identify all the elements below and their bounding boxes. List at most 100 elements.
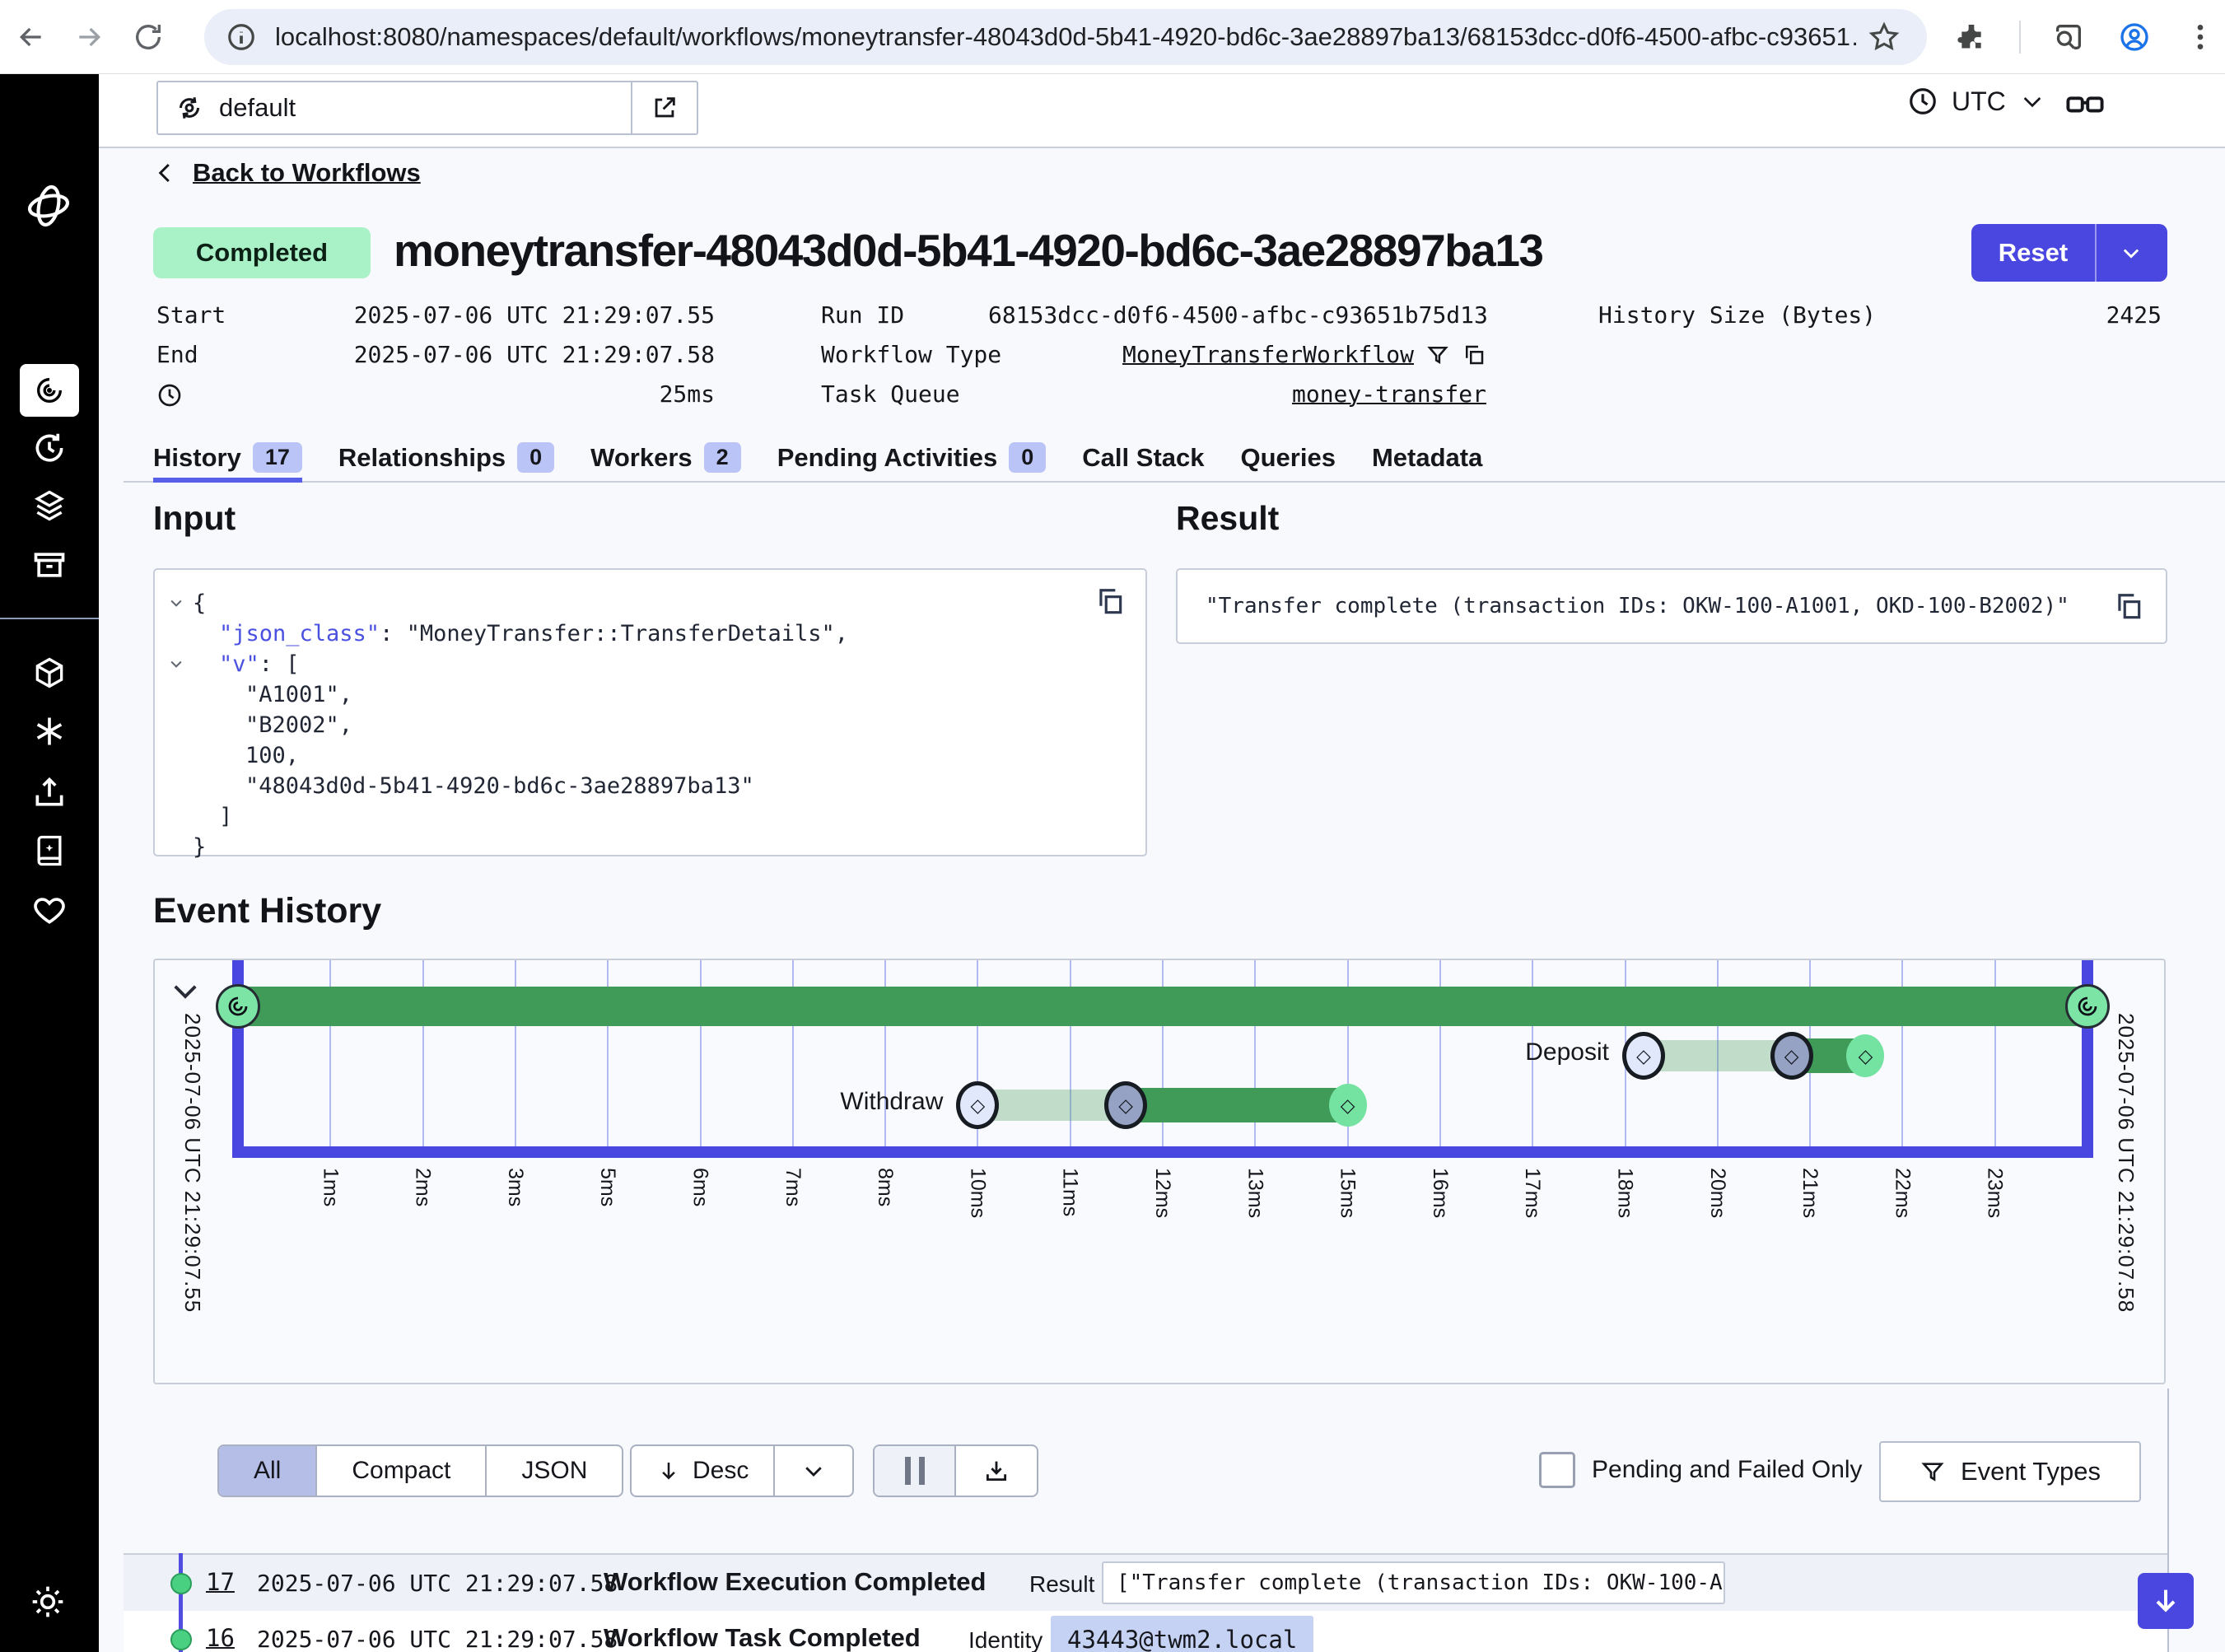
- event-row[interactable]: 162025-07-06 UTC 21:29:07.58Workflow Tas…: [124, 1611, 2167, 1652]
- timeline-tick-label: 7ms: [781, 1168, 805, 1258]
- download-history-button[interactable]: [954, 1446, 1037, 1496]
- timeline-end-date: 2025-07-06 UTC 21:29:07.58: [2113, 1013, 2139, 1342]
- sidebar-item-import[interactable]: [31, 774, 68, 810]
- view-toggle-json[interactable]: JSON: [485, 1446, 622, 1496]
- collapse-chevron-icon[interactable]: [168, 595, 184, 611]
- event-history-title: Event History: [153, 891, 381, 931]
- sidebar-item-schedules[interactable]: [31, 430, 68, 466]
- activity-started-node[interactable]: ◇: [1770, 1032, 1813, 1080]
- extensions-puzzle-icon[interactable]: [1955, 21, 1988, 54]
- chrome-separator: [2019, 21, 2021, 54]
- tab-metadata[interactable]: Metadata: [1372, 443, 1482, 483]
- namespace-name: default: [219, 93, 296, 123]
- event-id-link[interactable]: 16: [206, 1624, 235, 1652]
- json-line: }: [155, 832, 1145, 862]
- view-toggle-compact[interactable]: Compact: [315, 1446, 485, 1496]
- topbar-divider: [99, 147, 2225, 148]
- namespace-selector[interactable]: default: [156, 81, 698, 135]
- activity-completed-node[interactable]: ◇: [1846, 1034, 1884, 1077]
- namespace-current[interactable]: default: [158, 82, 634, 133]
- event-types-button[interactable]: Event Types: [1879, 1441, 2141, 1502]
- download-icon: [982, 1457, 1010, 1485]
- sidebar-item-docs[interactable]: [31, 833, 68, 869]
- profile-avatar-icon[interactable]: [2118, 21, 2151, 54]
- labs-glasses-icon[interactable]: [2064, 84, 2106, 127]
- sidebar-item-workflows[interactable]: [20, 364, 79, 417]
- sidebar-item-feedback-heart-icon[interactable]: [31, 892, 68, 928]
- sidebar-item-archive[interactable]: [31, 547, 68, 583]
- site-info-icon[interactable]: [226, 21, 257, 53]
- sidebar-item-nexus[interactable]: [31, 655, 68, 691]
- pause-icon: [905, 1457, 925, 1485]
- timeline-tick-label: 2ms: [411, 1168, 435, 1258]
- json-line-content: ]: [155, 804, 232, 829]
- tab-count-badge: 2: [704, 442, 741, 473]
- json-line-content: 100,: [155, 743, 299, 768]
- tab-pending-activities[interactable]: Pending Activities0: [777, 442, 1047, 483]
- temporal-logo-icon[interactable]: [26, 183, 72, 229]
- json-line-content: "json_class": "MoneyTransfer::TransferDe…: [155, 621, 848, 646]
- meta-workflow-type-value-group: MoneyTransferWorkflow: [988, 335, 1486, 375]
- copy-icon[interactable]: [1462, 343, 1486, 367]
- status-badge: Completed: [153, 227, 371, 278]
- result-copy-icon[interactable]: [2113, 591, 2144, 623]
- workflow-start-node[interactable]: [216, 984, 260, 1029]
- sidebar-item-labs[interactable]: [31, 713, 68, 749]
- collapse-chevron-icon[interactable]: [168, 656, 184, 672]
- pause-button[interactable]: [875, 1446, 954, 1496]
- sort-desc-button[interactable]: Desc: [632, 1446, 773, 1496]
- browser-back-icon[interactable]: [15, 21, 48, 54]
- json-line-content: "A1001",: [155, 682, 352, 707]
- browser-reload-icon[interactable]: [132, 21, 165, 54]
- tab-workers[interactable]: Workers2: [590, 442, 741, 483]
- view-toggle-all[interactable]: All: [219, 1446, 315, 1496]
- event-row[interactable]: 172025-07-06 UTC 21:29:07.58Workflow Exe…: [124, 1555, 2167, 1611]
- sort-order-control: Desc: [630, 1444, 854, 1497]
- event-id-link[interactable]: 17: [206, 1568, 235, 1596]
- tab-queries[interactable]: Queries: [1241, 443, 1336, 483]
- timeline-activity-pending-bar: [1644, 1040, 1792, 1071]
- pending-failed-checkbox[interactable]: [1539, 1452, 1575, 1488]
- search-tabs-icon[interactable]: [2052, 21, 2085, 54]
- filter-funnel-icon[interactable]: [1425, 343, 1450, 367]
- bookmark-star-icon[interactable]: [1868, 21, 1901, 54]
- timeline-tick-label: 21ms: [1798, 1168, 1822, 1258]
- activity-started-node[interactable]: ◇: [1104, 1081, 1147, 1129]
- activity-scheduled-node[interactable]: ◇: [1622, 1032, 1665, 1080]
- tab-label: Relationships: [338, 443, 506, 473]
- timeline-workflow-bar[interactable]: [238, 987, 2087, 1026]
- tab-call-stack[interactable]: Call Stack: [1082, 443, 1204, 483]
- external-link-icon: [651, 94, 679, 122]
- json-line-content: "48043d0d-5b41-4920-bd6c-3ae28897ba13": [155, 773, 754, 799]
- theme-sun-icon[interactable]: [30, 1584, 66, 1620]
- chrome-menu-icon[interactable]: [2184, 21, 2217, 54]
- reset-button[interactable]: Reset: [1971, 224, 2167, 282]
- scroll-to-bottom-button[interactable]: [2138, 1573, 2194, 1629]
- url-text[interactable]: localhost:8080/namespaces/default/workfl…: [275, 22, 1856, 52]
- reset-button-divider: [2095, 224, 2097, 282]
- sort-desc-label: Desc: [693, 1457, 749, 1485]
- workflow-type-link[interactable]: MoneyTransferWorkflow: [1122, 335, 1414, 375]
- tab-label: History: [153, 443, 241, 473]
- reset-button-label[interactable]: Reset: [1971, 224, 2095, 282]
- activity-scheduled-node[interactable]: ◇: [956, 1081, 999, 1129]
- back-link-label: Back to Workflows: [193, 158, 421, 188]
- sidebar-item-deployments[interactable]: [31, 488, 68, 524]
- timeline-collapse-chevron-icon[interactable]: [168, 973, 203, 1008]
- json-line: "json_class": "MoneyTransfer::TransferDe…: [155, 618, 1145, 649]
- event-detail-value[interactable]: ["Transfer complete (transaction IDs: OK…: [1102, 1561, 1725, 1604]
- workflow-end-node[interactable]: [2065, 984, 2110, 1029]
- browser-forward-icon[interactable]: [72, 21, 105, 54]
- tab-relationships[interactable]: Relationships0: [338, 442, 554, 483]
- input-copy-icon[interactable]: [1094, 586, 1126, 618]
- namespace-external-link-button[interactable]: [631, 82, 697, 133]
- timeline-tick-label: 11ms: [1058, 1168, 1082, 1258]
- tab-history[interactable]: History17: [153, 442, 302, 483]
- meta-runid-label: Run ID: [821, 296, 904, 335]
- back-to-workflows-link[interactable]: Back to Workflows: [153, 158, 421, 188]
- reset-dropdown-chevron-icon[interactable]: [2108, 241, 2154, 264]
- task-queue-link[interactable]: money-transfer: [1292, 380, 1486, 408]
- activity-completed-node[interactable]: ◇: [1329, 1084, 1367, 1127]
- timezone-selector[interactable]: UTC: [1907, 86, 2045, 117]
- sort-options-chevron-button[interactable]: [773, 1446, 852, 1496]
